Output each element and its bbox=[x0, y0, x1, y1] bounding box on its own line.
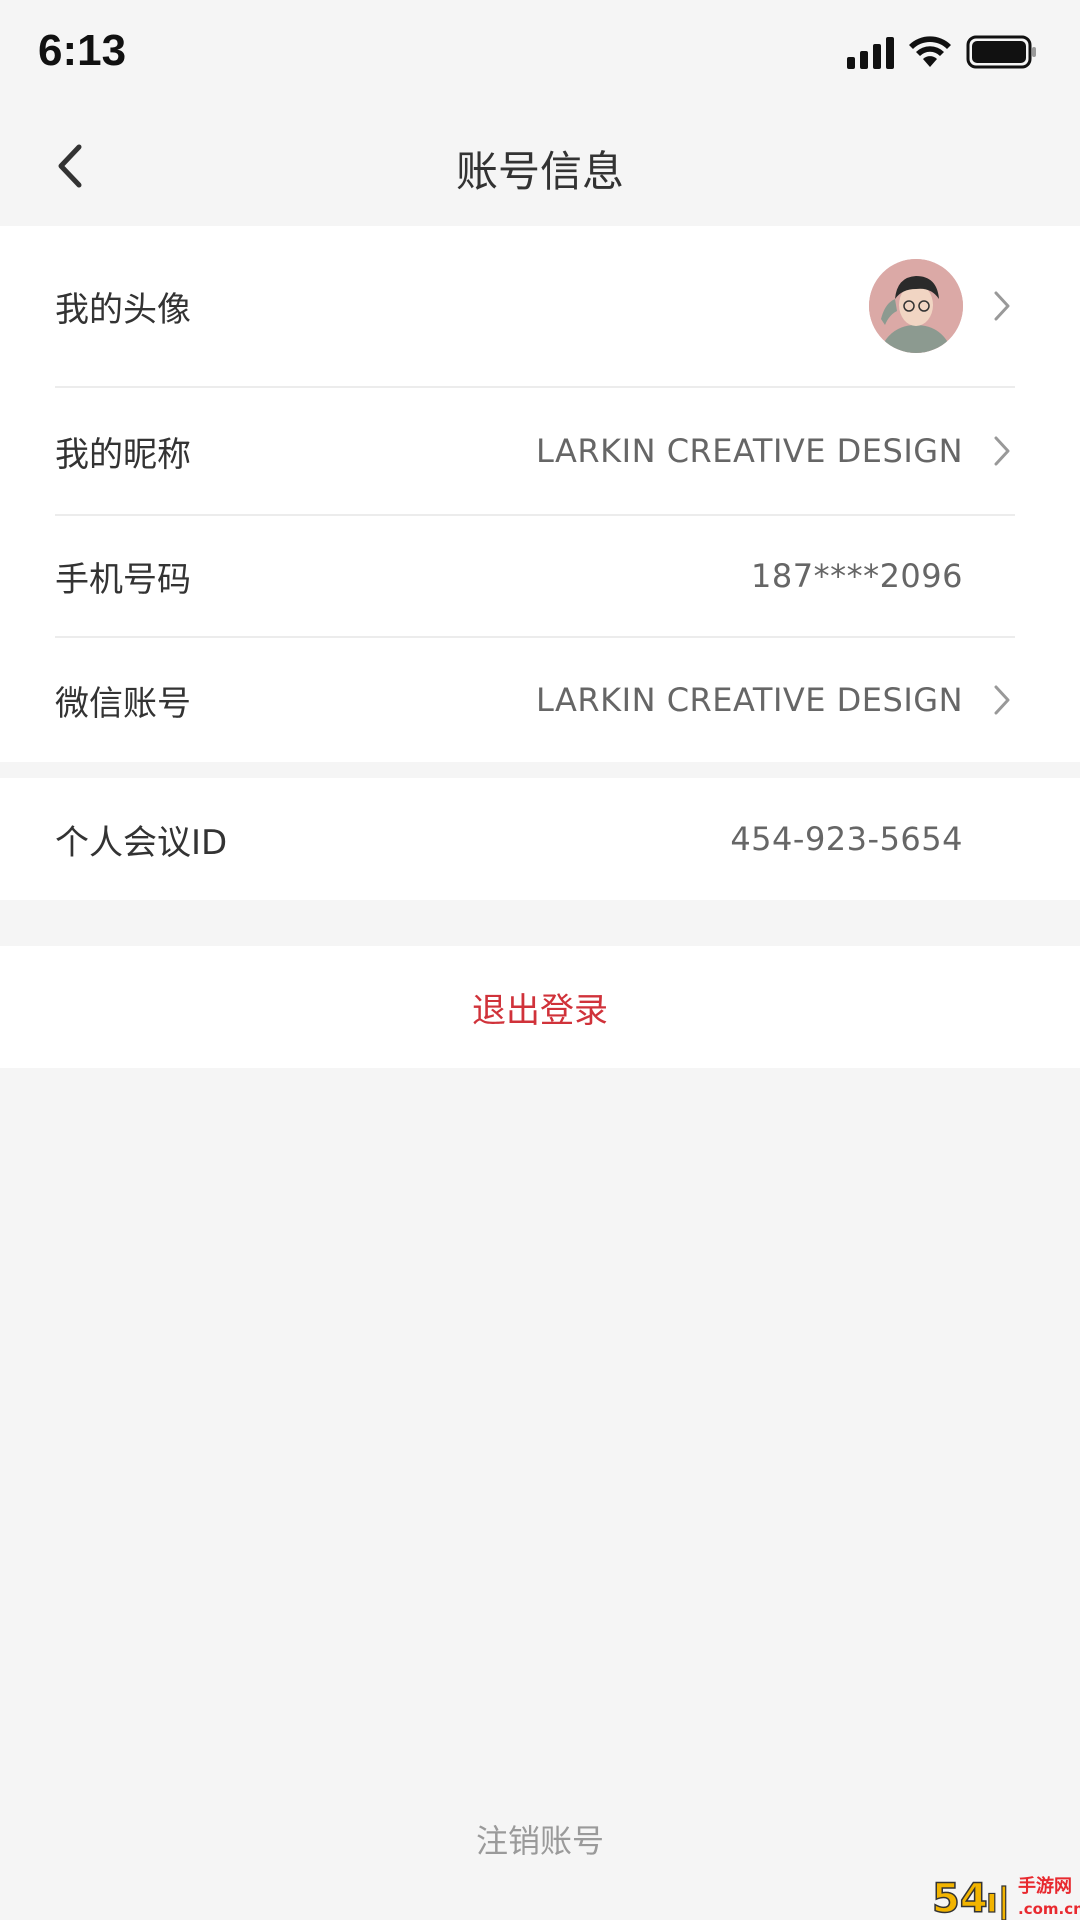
status-icons bbox=[847, 32, 1038, 72]
meeting-id-row: 个人会议ID 454-923-5654 bbox=[55, 778, 1015, 900]
phone-label: 手机号码 bbox=[55, 559, 191, 600]
meeting-id-label: 个人会议ID bbox=[55, 822, 228, 863]
chevron-right-icon bbox=[989, 680, 1015, 720]
page-title: 账号信息 bbox=[455, 147, 624, 196]
nickname-row[interactable]: 我的昵称 LARKIN CREATIVE DESIGN bbox=[55, 388, 1015, 516]
chevron-right-icon bbox=[989, 286, 1015, 326]
wechat-value: LARKIN CREATIVE DESIGN bbox=[535, 681, 963, 719]
svg-text:54: 54 bbox=[932, 1876, 988, 1920]
logout-label: 退出登录 bbox=[472, 990, 608, 1031]
chevron-right-icon bbox=[989, 431, 1015, 471]
svg-text:ı|: ı| bbox=[986, 1881, 1010, 1920]
watermark-logo: 54 ı| 手游网 .com.cn bbox=[930, 1868, 1080, 1920]
navigation-bar: 账号信息 bbox=[0, 104, 1080, 226]
svg-text:手游网: 手游网 bbox=[1018, 1875, 1072, 1897]
wechat-label: 微信账号 bbox=[55, 683, 191, 724]
svg-text:.com.cn: .com.cn bbox=[1018, 1900, 1080, 1918]
avatar-label: 我的头像 bbox=[55, 289, 191, 330]
nickname-value: LARKIN CREATIVE DESIGN bbox=[535, 432, 963, 470]
phone-value: 187****2096 bbox=[750, 557, 963, 595]
battery-icon bbox=[966, 35, 1036, 69]
profile-group: 我的头像 我的昵称 LARKIN CREATIVE DESIGN 手机号码 18… bbox=[0, 226, 1080, 762]
phone-row: 手机号码 187****2096 bbox=[55, 516, 1015, 638]
deactivate-account-link[interactable]: 注销账号 bbox=[0, 1816, 1080, 1862]
status-time: 6:13 bbox=[38, 26, 127, 75]
avatar-row[interactable]: 我的头像 bbox=[55, 226, 1015, 388]
meeting-id-value: 454-923-5654 bbox=[730, 820, 963, 858]
wechat-row[interactable]: 微信账号 LARKIN CREATIVE DESIGN bbox=[55, 638, 1015, 762]
nickname-label: 我的昵称 bbox=[55, 434, 191, 475]
logout-button[interactable]: 退出登录 bbox=[0, 946, 1080, 1068]
avatar bbox=[869, 259, 963, 353]
wifi-icon bbox=[909, 36, 951, 67]
status-bar: 6:13 bbox=[0, 0, 1080, 104]
cellular-signal-icon bbox=[847, 35, 894, 69]
meeting-group: 个人会议ID 454-923-5654 bbox=[0, 778, 1080, 900]
